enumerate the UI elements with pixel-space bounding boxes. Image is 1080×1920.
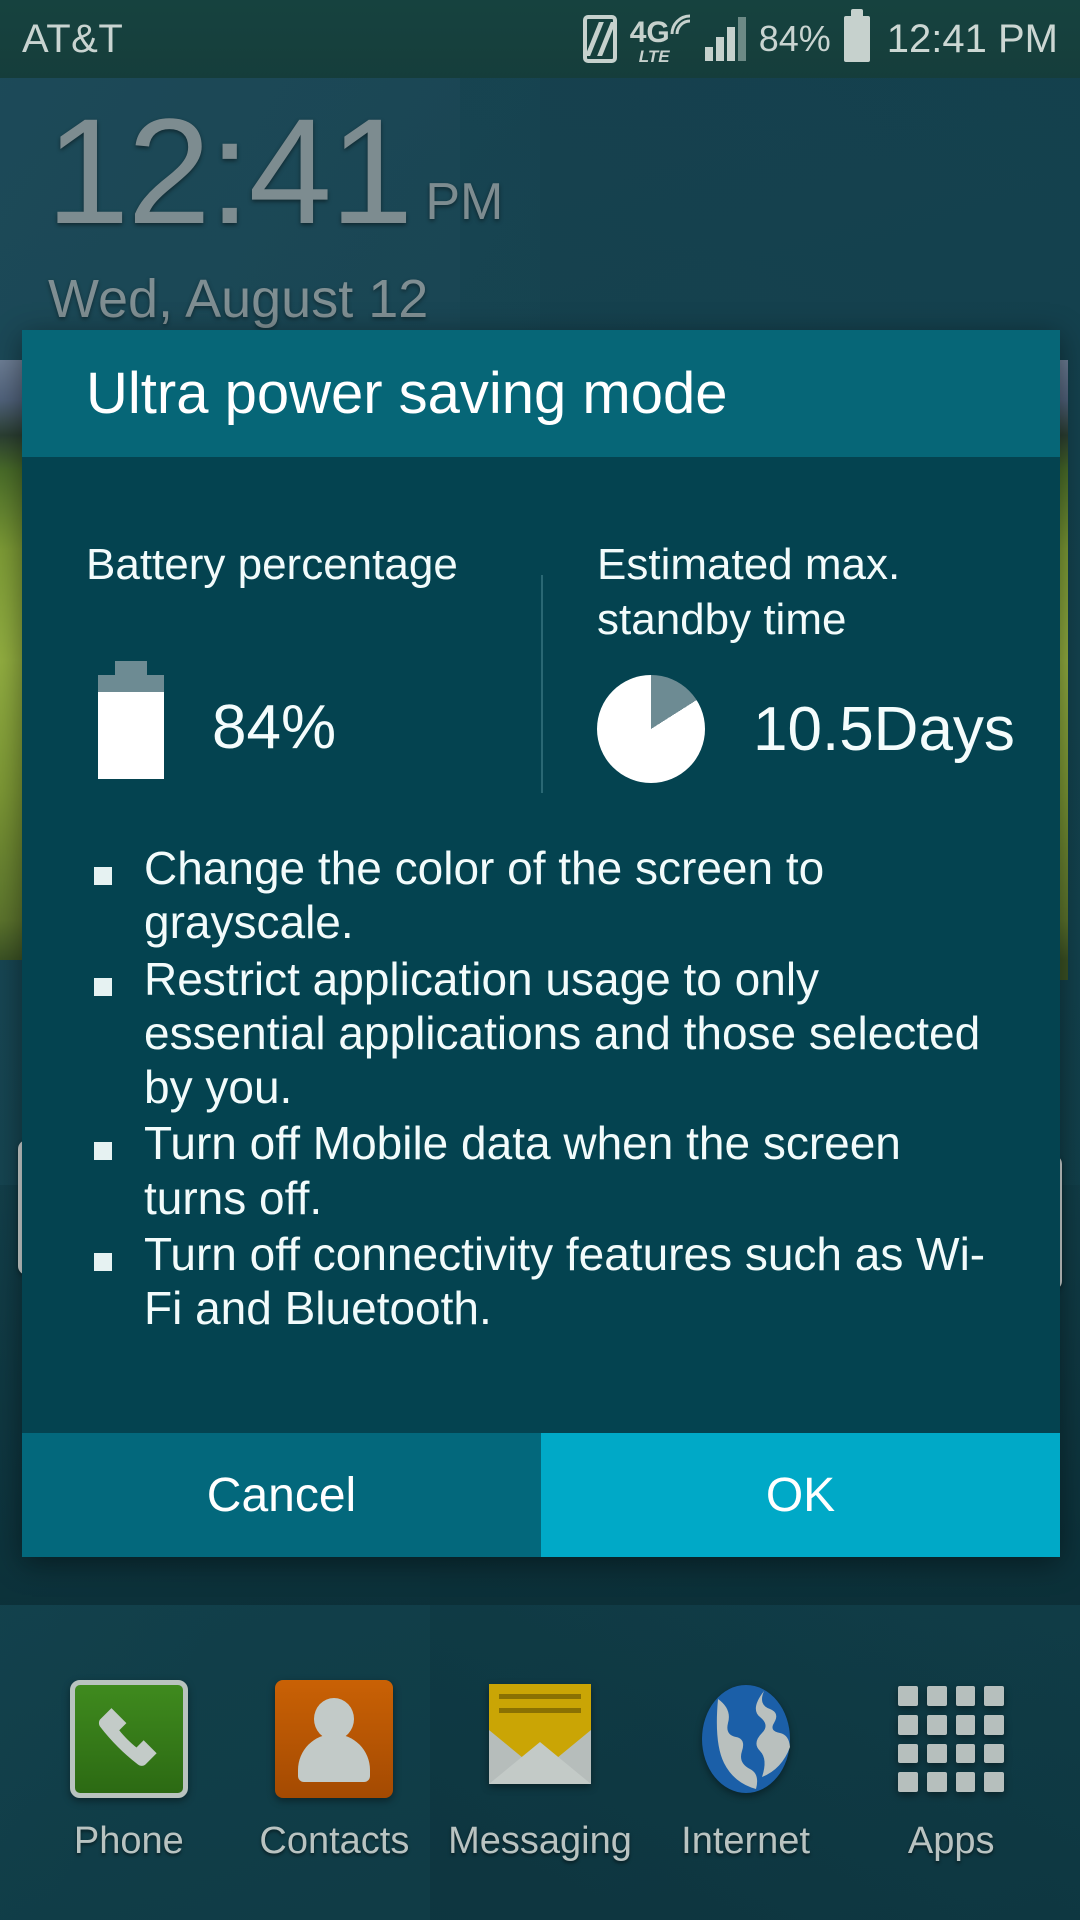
status-battery-percent: 84% xyxy=(758,18,831,59)
dock-label: Messaging xyxy=(448,1820,632,1862)
stat-value: 10.5Days xyxy=(753,694,1015,764)
apps-grid-cell xyxy=(898,1743,918,1764)
bullet-square-icon xyxy=(94,977,112,996)
stat-standby-time: Estimated max. standby time 10.5Days xyxy=(541,537,1060,783)
stats-divider xyxy=(541,575,543,793)
stat-value-row: 10.5Days xyxy=(597,675,1060,783)
list-item-text: Turn off Mobile data when the screen tur… xyxy=(144,1117,901,1224)
stats-row: Battery percentage 84% Estimated max. st… xyxy=(22,457,1060,823)
bullet-square-icon xyxy=(94,1142,112,1161)
dock-item-contacts[interactable]: Contacts xyxy=(239,1680,429,1863)
dock-label: Contacts xyxy=(259,1820,410,1862)
apps-grid-cell xyxy=(984,1743,1005,1764)
apps-grid-cell xyxy=(984,1714,1005,1735)
apps-grid-cell xyxy=(898,1772,918,1792)
status-clock: 12:41 PM xyxy=(886,16,1058,61)
stat-label: Battery percentage xyxy=(86,540,458,589)
messaging-icon[interactable] xyxy=(481,1680,599,1798)
envelope-glyph xyxy=(488,1684,591,1784)
network-type-icon: 4G LTE xyxy=(630,12,692,66)
apps-grid-cell xyxy=(955,1686,976,1706)
apps-grid-cell xyxy=(984,1686,1005,1706)
ok-button[interactable]: OK xyxy=(541,1433,1060,1558)
dock: Phone Contacts Messaging Internet Apps xyxy=(0,1670,1080,1920)
dock-label: Internet xyxy=(681,1820,811,1862)
apps-grid-cell xyxy=(898,1686,918,1706)
lock-screen-date: Wed, August 12 xyxy=(48,269,429,329)
battery-level-icon xyxy=(98,661,164,779)
status-icons: 4G LTE 84% 12:41 PM xyxy=(582,9,1058,66)
apps-grid-cell xyxy=(955,1772,976,1792)
lock-screen-clock: 12:41 PM xyxy=(46,96,503,246)
signal-arcs-icon xyxy=(670,14,690,35)
phone-icon[interactable] xyxy=(69,1680,188,1798)
bullet-square-icon xyxy=(94,1252,112,1271)
list-item-text: Restrict application usage to only essen… xyxy=(144,952,981,1114)
network-sub-label: LTE xyxy=(638,47,670,66)
list-item: Restrict application usage to only essen… xyxy=(94,952,1004,1115)
lock-clock-time: 12:41 xyxy=(46,87,413,255)
internet-globe-icon[interactable] xyxy=(687,1680,805,1798)
battery-icon xyxy=(843,9,870,62)
list-item: Turn off Mobile data when the screen tur… xyxy=(94,1116,1004,1225)
dock-item-internet[interactable]: Internet xyxy=(651,1680,841,1863)
dock-label: Phone xyxy=(73,1820,184,1862)
dialog-title: Ultra power saving mode xyxy=(86,361,728,426)
dialog-header: Ultra power saving mode xyxy=(22,330,1060,457)
dock-label: Apps xyxy=(907,1820,995,1862)
contacts-icon[interactable] xyxy=(275,1680,394,1798)
stat-value: 84% xyxy=(212,692,337,762)
person-body-glyph xyxy=(298,1734,371,1782)
apps-grid-cell xyxy=(926,1772,947,1792)
list-item: Turn off connectivity features such as W… xyxy=(94,1227,1004,1336)
feature-list: Change the color of the screen to graysc… xyxy=(22,823,1060,1335)
apps-grid-cell xyxy=(926,1686,947,1706)
phone-screen: 12:41 PM Wed, August 12 AT&T 4G LTE 84% xyxy=(0,0,1080,1920)
dialog-spacer xyxy=(22,1337,1060,1433)
phone-handset-glyph xyxy=(98,1708,157,1766)
apps-grid-cell xyxy=(926,1743,947,1764)
list-item: Change the color of the screen to graysc… xyxy=(94,841,1004,950)
dock-item-apps[interactable]: Apps xyxy=(856,1680,1046,1863)
network-label: 4G xyxy=(629,16,670,49)
stat-value-row: 84% xyxy=(86,661,541,779)
carrier-label: AT&T xyxy=(22,16,124,61)
dialog-body: Battery percentage 84% Estimated max. st… xyxy=(22,457,1060,1558)
ultra-power-saving-dialog: Ultra power saving mode Battery percenta… xyxy=(22,330,1060,1558)
apps-grid-cell xyxy=(926,1714,947,1735)
globe-glyph xyxy=(701,1685,790,1793)
apps-grid-cell xyxy=(898,1714,918,1735)
apps-grid-cell xyxy=(955,1743,976,1764)
stat-battery-percentage: Battery percentage 84% xyxy=(22,537,541,783)
pie-chart-icon xyxy=(597,675,705,783)
dock-item-messaging[interactable]: Messaging xyxy=(445,1680,635,1863)
lock-clock-ampm: PM xyxy=(425,173,504,231)
dock-item-phone[interactable]: Phone xyxy=(34,1680,224,1863)
battery-empty-portion xyxy=(98,675,164,692)
stat-label: Estimated max. standby time xyxy=(597,540,901,644)
signal-bars-icon xyxy=(704,17,746,61)
nfc-icon xyxy=(582,15,617,63)
apps-grid-icon[interactable] xyxy=(892,1680,1010,1798)
apps-grid-cell xyxy=(984,1772,1005,1792)
person-head-glyph xyxy=(314,1698,355,1740)
list-item-text: Turn off connectivity features such as W… xyxy=(144,1227,986,1335)
apps-grid-cell xyxy=(955,1714,976,1735)
cancel-button[interactable]: Cancel xyxy=(22,1433,541,1558)
bullet-square-icon xyxy=(94,867,112,885)
list-item-text: Change the color of the screen to graysc… xyxy=(144,842,825,949)
dialog-actions: Cancel OK xyxy=(22,1433,1060,1558)
status-bar: AT&T 4G LTE 84% 12:41 PM xyxy=(0,0,1080,78)
